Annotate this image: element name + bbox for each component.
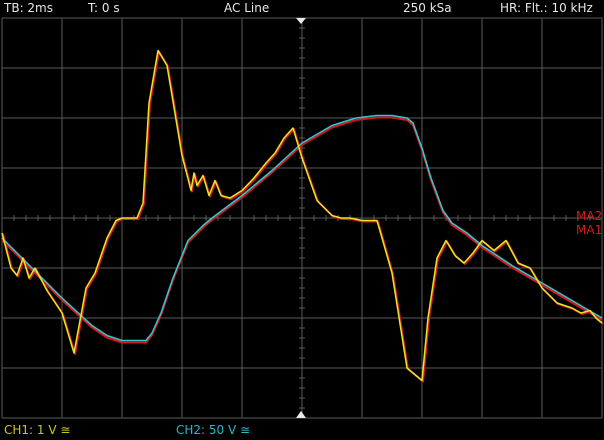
trigger-marker-bottom-icon[interactable] xyxy=(296,411,306,418)
waveform-plot xyxy=(1,17,604,419)
ch2-scale-label[interactable]: CH2: 50 V ≅ xyxy=(176,422,250,438)
oscilloscope-screen: TB: 2ms T: 0 s AC Line 250 kSa HR: Flt.:… xyxy=(0,0,604,440)
math-ma1-trace xyxy=(2,50,604,383)
ch1-scale-label[interactable]: CH1: 1 V ≅ xyxy=(4,422,70,438)
math-ma2-label[interactable]: MA2 xyxy=(576,210,602,223)
trigger-marker-top-icon[interactable] xyxy=(296,18,306,24)
channel-bar: CH1: 1 V ≅ CH2: 50 V ≅ xyxy=(0,420,604,440)
math-ma1-label[interactable]: MA1 xyxy=(576,224,602,237)
graticule xyxy=(1,17,603,419)
